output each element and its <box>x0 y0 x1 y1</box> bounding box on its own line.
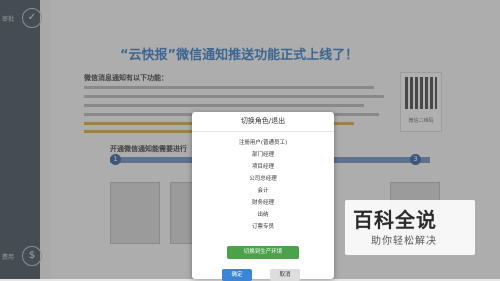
watermark: 百科全说 助你轻松解决 <box>345 200 475 255</box>
switch-to-production-button[interactable]: 切换到生产环境 <box>227 246 299 259</box>
role-option[interactable]: 财务经理 <box>192 198 334 206</box>
switch-role-dialog: 切换角色/退出 注册用户(普通员工) 部门经理 项目经理 公司总经理 会计 财务… <box>192 112 334 281</box>
cancel-button[interactable]: 取消 <box>270 269 300 281</box>
role-option[interactable]: 项目经理 <box>192 162 334 170</box>
confirm-button[interactable]: 确定 <box>222 269 252 281</box>
role-option[interactable]: 会计 <box>192 186 334 194</box>
watermark-subtitle: 助你轻松解决 <box>371 236 437 247</box>
dialog-title: 切换角色/退出 <box>192 112 334 132</box>
role-option[interactable]: 订票专员 <box>192 222 334 230</box>
role-option[interactable]: 出纳 <box>192 210 334 218</box>
role-option[interactable]: 公司总经理 <box>192 174 334 182</box>
watermark-title: 百科全说 <box>353 208 437 232</box>
role-option[interactable]: 注册用户(普通员工) <box>192 138 334 146</box>
role-option[interactable]: 部门经理 <box>192 150 334 158</box>
